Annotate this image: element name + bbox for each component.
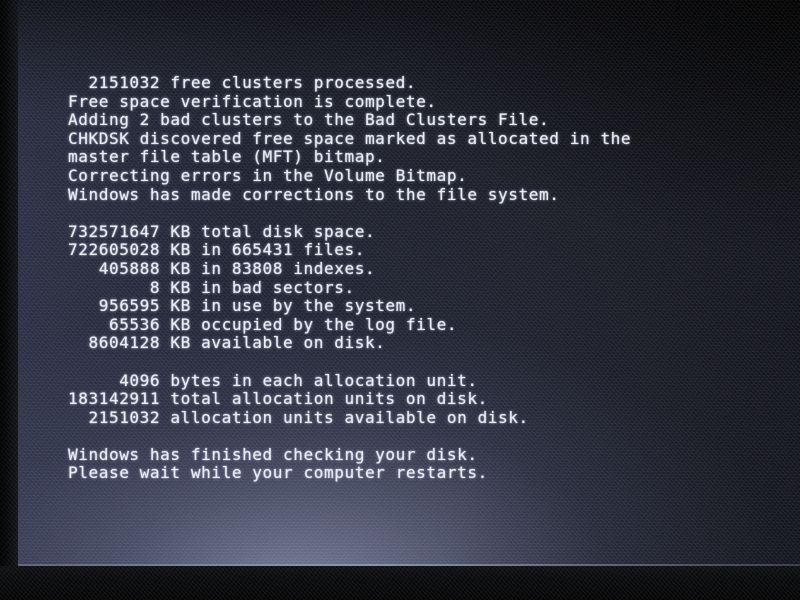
monitor-bezel-left xyxy=(0,0,18,600)
console-line: 405888 KB in 83808 indexes. xyxy=(68,258,376,278)
console-line: Windows has made corrections to the file… xyxy=(68,184,560,204)
console-line: Correcting errors in the Volume Bitmap. xyxy=(68,165,468,185)
console-line: 8604128 KB available on disk. xyxy=(68,333,386,353)
console-line: Adding 2 bad clusters to the Bad Cluster… xyxy=(68,110,550,130)
console-line: 2151032 free clusters processed. xyxy=(68,73,417,92)
console-line: Free space verification is complete. xyxy=(68,91,437,111)
monitor-photo: 2151032 free clusters processed. Free spa… xyxy=(0,0,800,600)
console-line: 722605028 KB in 665431 files. xyxy=(68,240,365,260)
console-line: Windows has finished checking your disk. xyxy=(68,444,478,464)
monitor-bezel-bottom xyxy=(0,566,800,600)
console-line: 956595 KB in use by the system. xyxy=(68,296,417,316)
console-line: 732571647 KB total disk space. xyxy=(68,221,376,241)
console-line: 2151032 allocation units available on di… xyxy=(68,407,529,427)
console-line: 4096 bytes in each allocation unit. xyxy=(68,370,478,390)
console-line: master file table (MFT) bitmap. xyxy=(68,147,386,167)
chkdsk-output-text: 2151032 free clusters processed. Free spa… xyxy=(68,73,800,483)
console-line: Please wait while your computer restarts… xyxy=(68,463,488,483)
console-line: 8 KB in bad sectors. xyxy=(68,277,355,297)
console-line: 65536 KB occupied by the log file. xyxy=(68,314,458,334)
console-line: CHKDSK discovered free space marked as a… xyxy=(68,128,632,148)
console-line: 183142911 total allocation units on disk… xyxy=(68,389,488,409)
console-screen: 2151032 free clusters processed. Free spa… xyxy=(18,0,800,566)
